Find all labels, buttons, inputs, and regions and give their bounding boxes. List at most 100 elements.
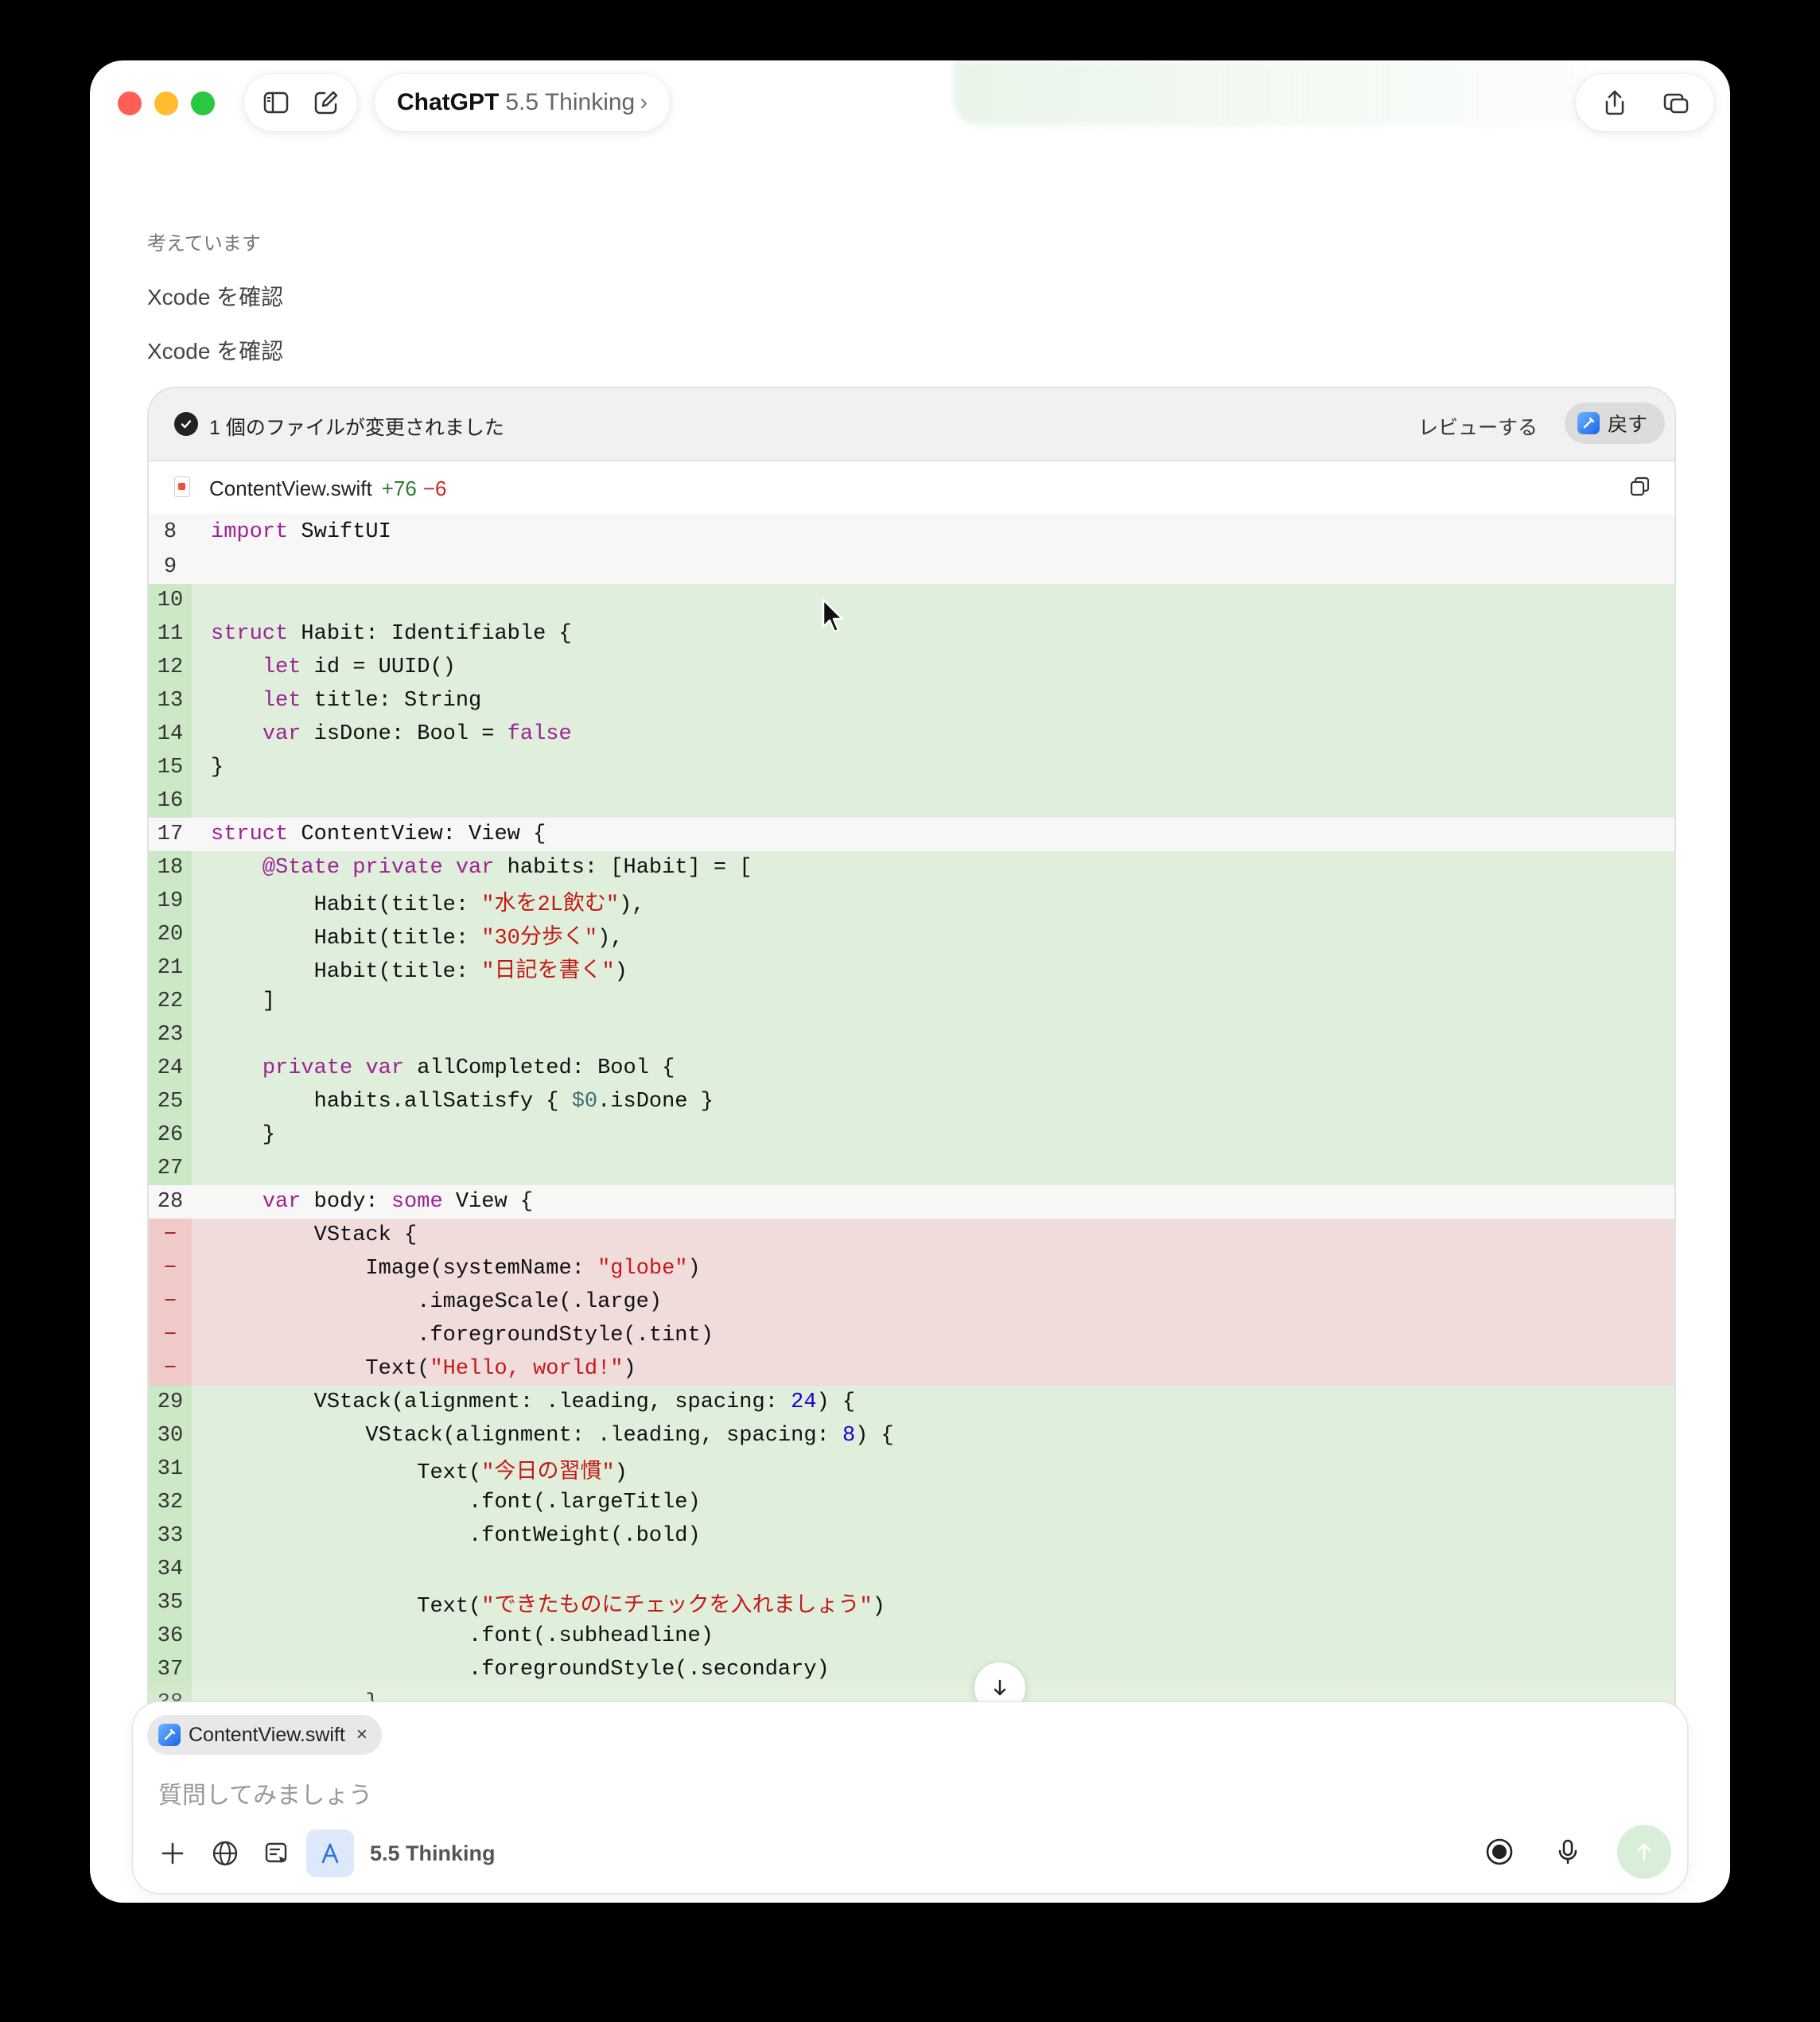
model-selector[interactable]: ChatGPT 5.5 Thinking ›: [375, 74, 671, 131]
code-text: VStack {: [211, 1223, 418, 1247]
thinking-step[interactable]: Xcode を確認: [147, 334, 283, 366]
thinking-step[interactable]: Xcode を確認: [147, 280, 283, 312]
globe-icon[interactable]: [201, 1830, 249, 1877]
code-text: import SwiftUI: [211, 520, 391, 544]
line-number: 33: [149, 1519, 192, 1553]
diff-summary: 1 個のファイルが変更されました: [209, 417, 504, 439]
attachment-chip[interactable]: ContentView.swift ×: [147, 1715, 382, 1755]
line-number: 11: [149, 617, 192, 651]
line-number: 14: [149, 717, 192, 751]
microphone-icon[interactable]: [1544, 1828, 1592, 1876]
line-number: 12: [149, 651, 192, 684]
context-line: 9: [149, 550, 1674, 584]
model-name: ChatGPT: [397, 89, 500, 115]
code-text: .font(.subheadline): [211, 1624, 714, 1648]
line-number: −: [149, 1252, 192, 1285]
arrow-up-icon: [1637, 1843, 1651, 1861]
removed-line: − Image(systemName: "globe"): [149, 1252, 1674, 1285]
line-number: 25: [149, 1085, 192, 1118]
xcode-icon: [1577, 412, 1600, 434]
line-number: 19: [149, 885, 192, 918]
removed-line: − Text("Hello, world!"): [149, 1352, 1674, 1386]
added-line: 13 let title: String: [149, 684, 1674, 717]
revert-button-label: 戻す: [1608, 414, 1648, 436]
line-number: 21: [149, 951, 192, 985]
code-text: }: [211, 756, 224, 780]
minimize-window-button[interactable]: [154, 91, 178, 115]
zoom-window-button[interactable]: [191, 91, 215, 115]
added-line: 15}: [149, 751, 1674, 784]
added-line: 11 struct Habit: Identifiable {: [149, 617, 1674, 651]
composer: ContentView.swift × 質問してみましょう 5.5 Thinki…: [133, 1702, 1687, 1893]
mouse-cursor-icon: [822, 598, 844, 633]
line-number: 18: [149, 851, 192, 885]
popout-icon[interactable]: [1657, 84, 1695, 122]
line-number: 16: [149, 784, 192, 818]
close-window-button[interactable]: [118, 91, 142, 115]
code-text: VStack(alignment: .leading, spacing: 24)…: [211, 1390, 856, 1414]
added-line: 21 Habit(title: "日記を書く"): [149, 951, 1674, 985]
line-number: 36: [149, 1620, 192, 1653]
line-number: 34: [149, 1553, 192, 1586]
code-text: Text("Hello, world!"): [211, 1357, 636, 1381]
sidebar-icon[interactable]: [257, 84, 295, 122]
code-text: struct ContentView: View {: [211, 822, 546, 846]
image-edit-icon[interactable]: [254, 1830, 301, 1877]
titlebar-right-controls: [1576, 74, 1714, 131]
added-line: 29 VStack(alignment: .leading, spacing: …: [149, 1386, 1674, 1419]
context-line: 17 struct ContentView: View {: [149, 818, 1674, 851]
code-text: var isDone: Bool = false: [262, 722, 572, 746]
removed-line: − .foregroundStyle(.tint): [149, 1319, 1674, 1352]
file-row[interactable]: ContentView.swift +76 −6: [149, 461, 1674, 515]
swift-file-icon: [174, 476, 190, 497]
attachment-name: ContentView.swift: [189, 1723, 345, 1746]
code-text: .fontWeight(.bold): [211, 1524, 701, 1548]
send-button[interactable]: [1617, 1825, 1671, 1879]
code-text: var body: some View {: [262, 1190, 534, 1214]
line-number: 32: [149, 1486, 192, 1519]
added-line: 20 Habit(title: "30分歩く"),: [149, 918, 1674, 951]
removed-line: − VStack {: [149, 1219, 1674, 1252]
line-number: 24: [149, 1052, 192, 1085]
code-text: Image(systemName: "globe"): [211, 1257, 701, 1281]
added-line: 30 VStack(alignment: .leading, spacing: …: [149, 1419, 1674, 1452]
model-version: 5.5 Thinking: [505, 89, 636, 115]
added-line: 25 habits.allSatisfy { $0.isDone }: [149, 1085, 1674, 1118]
added-line: 18 @State private var habits: [Habit] = …: [149, 851, 1674, 885]
revert-button[interactable]: 戻す: [1565, 402, 1666, 444]
compose-icon[interactable]: [307, 84, 345, 122]
remove-attachment-button[interactable]: ×: [356, 1724, 368, 1746]
share-icon[interactable]: [1596, 84, 1634, 122]
message-input[interactable]: 質問してみましょう: [158, 1775, 372, 1810]
added-line: 23: [149, 1018, 1674, 1052]
added-line: 24 private var allCompleted: Bool {: [149, 1052, 1674, 1085]
titlebar: ChatGPT 5.5 Thinking ›: [90, 60, 1730, 164]
deletions-count: −6: [422, 476, 447, 500]
context-line: 8 import SwiftUI: [149, 514, 1674, 550]
voice-mode-icon[interactable]: [1476, 1828, 1523, 1876]
line-number: 22: [149, 985, 192, 1018]
added-line: 14 var isDone: Bool = false: [149, 717, 1674, 751]
plus-icon[interactable]: [149, 1830, 196, 1877]
model-label[interactable]: 5.5 Thinking: [370, 1841, 496, 1866]
code-text: Habit(title: "水を2L飲む"),: [211, 893, 645, 917]
line-number: −: [149, 1219, 192, 1252]
added-line: 10: [149, 584, 1674, 617]
review-button[interactable]: レビューする: [1418, 412, 1538, 441]
copy-icon[interactable]: [1627, 474, 1652, 504]
line-number: 27: [149, 1152, 192, 1185]
diff-card: 1 個のファイルが変更されました レビューする 戻す ContentView.s…: [147, 387, 1676, 1790]
checkmark-icon: [174, 412, 198, 436]
line-number: 20: [149, 918, 192, 951]
file-name-row: ContentView.swift +76 −6: [209, 476, 447, 501]
code-text: let id = UUID(): [262, 655, 456, 679]
line-number: 30: [149, 1419, 192, 1452]
line-number: 35: [149, 1586, 192, 1620]
xcode-tool-icon[interactable]: [306, 1830, 354, 1877]
app-window: ChatGPT 5.5 Thinking › 考えています Xcode を確認 …: [90, 60, 1730, 1903]
chevron-right-icon: ›: [640, 89, 648, 115]
added-line: 36 .font(.subheadline): [149, 1620, 1674, 1653]
line-number: 26: [149, 1118, 192, 1152]
thinking-label: 考えています: [147, 233, 261, 255]
removed-line: − .imageScale(.large): [149, 1285, 1674, 1319]
